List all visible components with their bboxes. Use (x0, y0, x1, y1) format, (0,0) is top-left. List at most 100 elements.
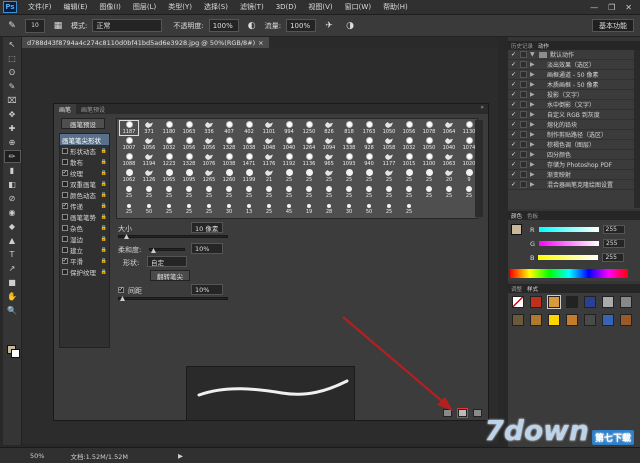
brush-tip[interactable]: 940 (359, 152, 379, 168)
action-toggle-checkbox[interactable]: ✓ (510, 111, 517, 118)
brush-tip[interactable]: 1056 (179, 136, 199, 152)
brush-tip[interactable]: 928 (359, 136, 379, 152)
brush-option-checkbox[interactable]: ✓ (62, 169, 68, 176)
brush-option-checkbox[interactable]: ✓ (62, 257, 68, 264)
menu-file[interactable]: 文件(F) (22, 2, 58, 12)
action-toggle-checkbox[interactable]: ✓ (510, 151, 517, 158)
shape-select[interactable]: 自定 (147, 256, 187, 267)
dialog-toggle-icon[interactable] (520, 141, 527, 148)
style-swatch[interactable] (620, 296, 632, 308)
action-row[interactable]: ✓ ▶ 自定义 RGB 到灰度 (508, 110, 640, 120)
brush-tip[interactable]: 1338 (339, 136, 359, 152)
lock-icon[interactable]: 🔒 (101, 170, 107, 176)
brush-option-checkbox[interactable] (62, 246, 68, 253)
style-swatch[interactable] (548, 314, 560, 326)
expand-arrow-icon[interactable]: ▶ (530, 101, 536, 108)
brush-tip[interactable]: 1063 (179, 120, 199, 136)
brush-tip[interactable]: 1126 (139, 168, 159, 184)
brush-tip[interactable]: 25 (419, 168, 439, 184)
dialog-toggle-icon[interactable] (520, 151, 527, 158)
tab-adjustments[interactable]: 调整 (511, 285, 522, 293)
expand-arrow-icon[interactable]: ▼ (530, 51, 536, 58)
brush-tip[interactable]: 1058 (379, 136, 399, 152)
brush-tip[interactable]: 1040 (439, 136, 459, 152)
brush-tip[interactable]: 1050 (379, 120, 399, 136)
dialog-toggle-icon[interactable] (520, 91, 527, 98)
brush-option-checkbox[interactable] (62, 224, 68, 231)
brush-tip[interactable]: 1763 (359, 120, 379, 136)
gradient-tool-icon[interactable]: ⊘ (4, 192, 21, 205)
brush-tip[interactable]: 25 (319, 184, 339, 200)
brush-tip[interactable]: 1260 (219, 168, 239, 184)
brush-tip[interactable]: 1250 (299, 120, 319, 136)
brush-tip[interactable]: 25 (159, 200, 179, 216)
style-swatch[interactable] (530, 314, 542, 326)
brush-tip[interactable]: 25 (419, 184, 439, 200)
background-color-swatch[interactable] (11, 349, 20, 358)
action-toggle-checkbox[interactable]: ✓ (510, 71, 517, 78)
action-toggle-checkbox[interactable]: ✓ (510, 61, 517, 68)
style-swatch[interactable] (512, 296, 524, 308)
healing-tool-icon[interactable]: ✚ (4, 122, 21, 135)
action-toggle-checkbox[interactable]: ✓ (510, 81, 517, 88)
pressure-size-icon[interactable]: ◑ (342, 19, 358, 33)
brush-option-row[interactable]: 杂色 🔒 (60, 222, 109, 233)
dialog-toggle-icon[interactable] (520, 171, 527, 178)
pressure-opacity-icon[interactable]: ◐ (244, 19, 260, 33)
brush-tip[interactable]: 1136 (299, 152, 319, 168)
brush-tip[interactable]: 25 (399, 184, 419, 200)
brush-option-row[interactable]: 画笔笔势 🔒 (60, 211, 109, 222)
close-button[interactable]: ✕ (625, 3, 632, 12)
brush-tip[interactable]: 818 (339, 120, 359, 136)
lasso-tool-icon[interactable]: ʘ (4, 66, 21, 79)
tab-color[interactable]: 颜色 (511, 212, 522, 220)
brush-option-checkbox[interactable] (62, 147, 68, 154)
dialog-toggle-icon[interactable] (520, 131, 527, 138)
expand-arrow-icon[interactable]: ▶ (530, 111, 536, 118)
brush-tip[interactable]: 25 (239, 184, 259, 200)
lock-icon[interactable]: 🔒 (101, 269, 107, 275)
eyedropper-tool-icon[interactable]: ✥ (4, 108, 21, 121)
menu-3d[interactable]: 3D(D) (270, 3, 303, 11)
brush-tip[interactable]: 1038 (239, 136, 259, 152)
brush-tip[interactable]: 1095 (179, 168, 199, 184)
action-row[interactable]: ✓ ▶ 混合器画笔克隆绘图设置 (508, 180, 640, 190)
brush-tip[interactable]: 371 (139, 120, 159, 136)
brush-tip[interactable]: 28 (319, 200, 339, 216)
action-toggle-checkbox[interactable]: ✓ (510, 131, 517, 138)
action-toggle-checkbox[interactable]: ✓ (510, 141, 517, 148)
brush-tip[interactable]: 1180 (159, 120, 179, 136)
zoom-tool-icon[interactable]: 🔍 (4, 304, 21, 317)
lock-icon[interactable]: 🔒 (101, 192, 107, 198)
dialog-toggle-icon[interactable] (520, 81, 527, 88)
channel-slider-b[interactable] (538, 255, 599, 260)
type-tool-icon[interactable]: T (4, 248, 21, 261)
stamp-tool-icon[interactable]: ⊕ (4, 136, 21, 149)
menu-layer[interactable]: 图层(L) (127, 2, 162, 12)
style-swatch[interactable] (620, 314, 632, 326)
marquee-tool-icon[interactable]: ⬚ (4, 52, 21, 65)
brush-tip[interactable]: 25 (179, 184, 199, 200)
brush-panel-toggle-icon[interactable]: ▦ (50, 19, 66, 33)
brush-tip[interactable]: 19 (299, 200, 319, 216)
crop-tool-icon[interactable]: ⌧ (4, 94, 21, 107)
channel-value-b[interactable]: 255 (602, 253, 625, 262)
brush-option-checkbox[interactable] (62, 191, 68, 198)
brush-tip[interactable]: 1187 (119, 120, 139, 136)
brush-tip[interactable]: 1062 (119, 168, 139, 184)
brush-tip[interactable]: 407 (219, 120, 239, 136)
action-toggle-checkbox[interactable]: ✓ (510, 101, 517, 108)
menu-help[interactable]: 帮助(H) (377, 2, 414, 12)
tab-history[interactable]: 历史记录 (511, 42, 533, 50)
channel-value-g[interactable]: 255 (603, 239, 626, 248)
action-toggle-checkbox[interactable]: ✓ (510, 51, 517, 58)
brush-tip[interactable]: 25 (359, 184, 379, 200)
brush-tip[interactable]: 13 (239, 200, 259, 216)
action-toggle-checkbox[interactable]: ✓ (510, 91, 517, 98)
minimize-button[interactable]: — (590, 3, 598, 12)
spacing-slider-track[interactable] (118, 297, 228, 300)
lock-icon[interactable]: 🔒 (101, 236, 107, 242)
brush-tip[interactable]: 25 (399, 200, 419, 216)
brush-option-checkbox[interactable] (62, 158, 68, 165)
action-row[interactable]: ✓ ▶ 熔化的铅块 (508, 120, 640, 130)
